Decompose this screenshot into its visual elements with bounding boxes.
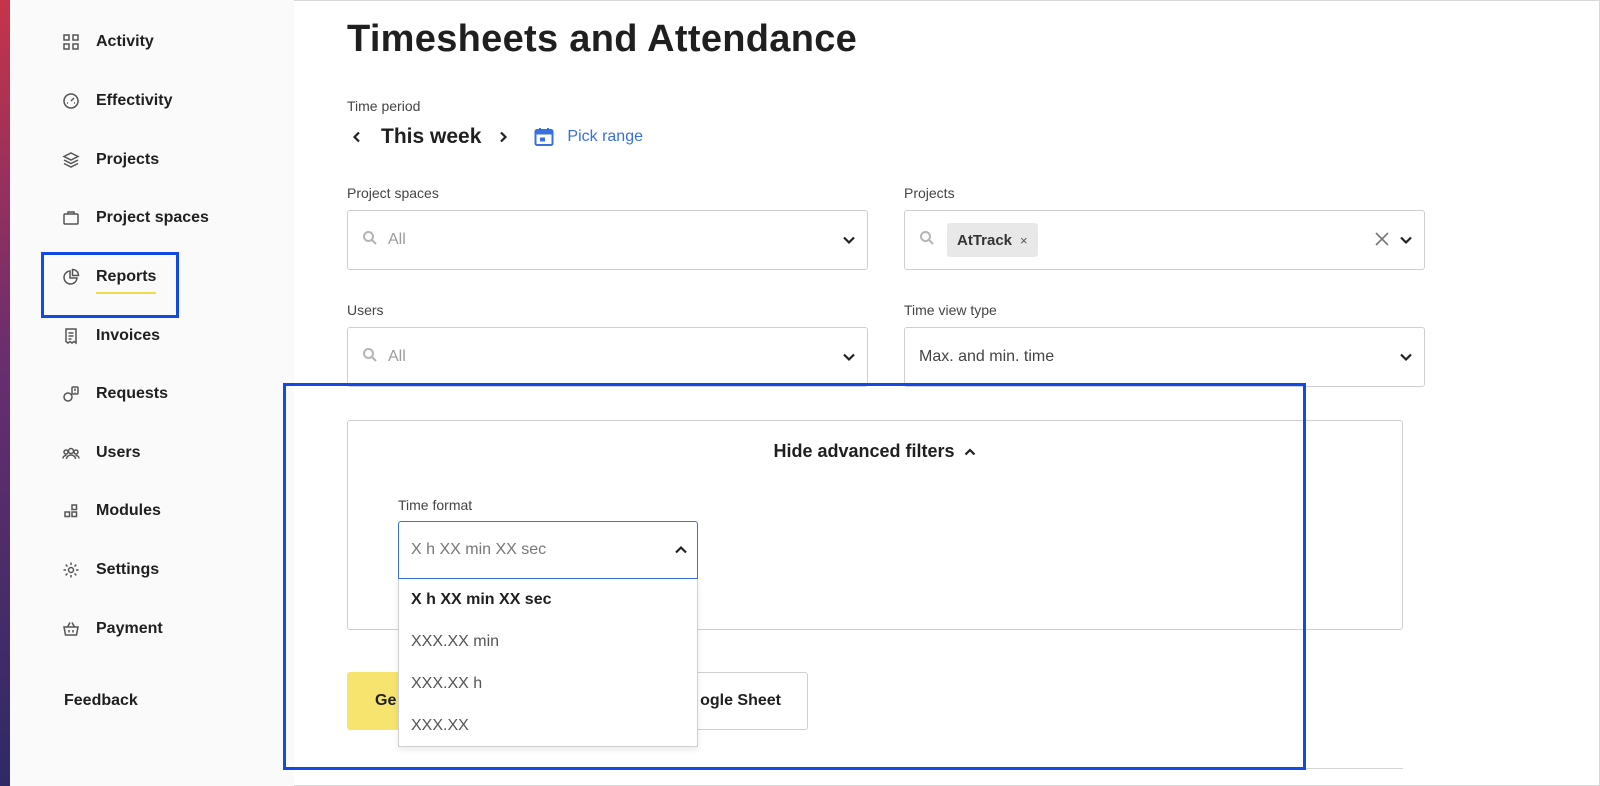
time-format-option[interactable]: XXX.XX h — [399, 663, 697, 705]
project-spaces-placeholder: All — [388, 231, 406, 248]
layers-icon — [62, 151, 80, 169]
time-view-type-value: Max. and min. time — [919, 348, 1055, 365]
page-title: Timesheets and Attendance — [347, 18, 858, 60]
projects-label: Projects — [904, 185, 955, 201]
divider — [347, 768, 1403, 769]
search-icon — [362, 347, 378, 368]
sidebar-item-invoices[interactable]: Invoices — [62, 316, 160, 356]
sidebar: Activity Effectivity Projects Project sp… — [10, 0, 294, 786]
users-icon — [62, 444, 80, 462]
time-format-option[interactable]: XXX.XX min — [399, 621, 697, 663]
sidebar-item-project-spaces[interactable]: Project spaces — [62, 198, 209, 238]
request-icon — [62, 385, 80, 403]
window-edge — [0, 0, 10, 786]
sidebar-item-label: Modules — [96, 502, 161, 519]
sidebar-item-label: Users — [96, 444, 141, 461]
sidebar-item-label: Project spaces — [96, 209, 209, 226]
project-spaces-label: Project spaces — [347, 185, 439, 201]
users-placeholder: All — [388, 348, 406, 365]
chevron-down-icon — [841, 349, 857, 365]
chevron-up-icon — [964, 447, 975, 455]
time-format-option[interactable]: XXX.XX — [399, 705, 697, 747]
sidebar-item-projects[interactable]: Projects — [62, 140, 159, 180]
chevron-down-icon — [1398, 232, 1414, 248]
search-icon — [919, 230, 935, 251]
chip-remove-button[interactable]: × — [1020, 233, 1028, 248]
grid-icon — [62, 33, 80, 51]
sidebar-item-users[interactable]: Users — [62, 433, 140, 473]
chevron-left-icon — [352, 131, 360, 143]
time-view-type-label: Time view type — [904, 302, 997, 318]
modules-icon — [62, 502, 80, 520]
sidebar-item-settings[interactable]: Settings — [62, 550, 159, 590]
projects-select[interactable]: AtTrack × — [904, 210, 1425, 270]
sidebar-feedback-link[interactable]: Feedback — [64, 692, 138, 710]
hide-advanced-filters-toggle[interactable]: Hide advanced filters — [348, 441, 1402, 462]
sidebar-item-activity[interactable]: Activity — [62, 22, 154, 62]
time-period-label: Time period — [347, 98, 421, 114]
clear-selection-button[interactable] — [1374, 231, 1392, 249]
sidebar-item-label: Payment — [96, 620, 163, 637]
project-chip-attrack: AtTrack × — [947, 223, 1038, 257]
time-period-value: This week — [381, 125, 482, 148]
calendar-icon — [534, 128, 554, 146]
main-content: Timesheets and Attendance Time period Th… — [283, 0, 1600, 786]
chevron-down-icon — [1398, 349, 1414, 365]
search-icon — [362, 230, 378, 251]
sidebar-item-label: Effectivity — [96, 92, 173, 109]
sidebar-item-label: Reports — [96, 268, 157, 294]
sidebar-item-requests[interactable]: Requests — [62, 374, 168, 414]
hide-advanced-filters-label: Hide advanced filters — [773, 441, 955, 461]
time-period-selector: This week Pick range — [347, 122, 643, 152]
time-format-option[interactable]: X h XX min XX sec — [399, 579, 697, 621]
users-select[interactable]: All — [347, 327, 868, 387]
sidebar-item-payment[interactable]: Payment — [62, 609, 163, 649]
sidebar-item-modules[interactable]: Modules — [62, 491, 161, 531]
briefcase-icon — [62, 209, 80, 227]
project-chip-label: AtTrack — [957, 231, 1013, 249]
project-spaces-select[interactable]: All — [347, 210, 868, 270]
sidebar-item-label: Projects — [96, 151, 160, 168]
users-label: Users — [347, 302, 384, 318]
gear-icon — [62, 561, 80, 579]
gauge-icon — [62, 92, 80, 110]
chevron-right-icon — [500, 131, 508, 143]
sidebar-item-reports[interactable]: Reports — [62, 257, 157, 297]
time-format-label: Time format — [398, 497, 473, 513]
pick-range-label: Pick range — [567, 128, 643, 145]
time-format-options-list: X h XX min XX sec XXX.XX min XXX.XX h XX… — [398, 579, 698, 747]
chevron-up-icon — [673, 542, 689, 563]
pick-range-button[interactable]: Pick range — [533, 126, 643, 148]
receipt-icon — [62, 327, 80, 345]
pie-chart-icon — [62, 268, 80, 286]
chevron-down-icon — [841, 232, 857, 248]
sidebar-item-label: Settings — [96, 561, 160, 578]
sidebar-item-effectivity[interactable]: Effectivity — [62, 81, 172, 121]
time-format-select[interactable]: X h XX min XX sec — [398, 521, 698, 579]
time-view-type-select[interactable]: Max. and min. time — [904, 327, 1425, 387]
basket-icon — [62, 620, 80, 638]
sidebar-item-label: Requests — [96, 385, 169, 402]
sidebar-item-label: Activity — [96, 33, 154, 50]
time-format-value: X h XX min XX sec — [411, 541, 547, 558]
previous-period-button[interactable] — [347, 127, 367, 147]
next-period-button[interactable] — [493, 127, 513, 147]
close-icon — [1375, 232, 1389, 246]
sidebar-item-label: Invoices — [96, 327, 161, 344]
